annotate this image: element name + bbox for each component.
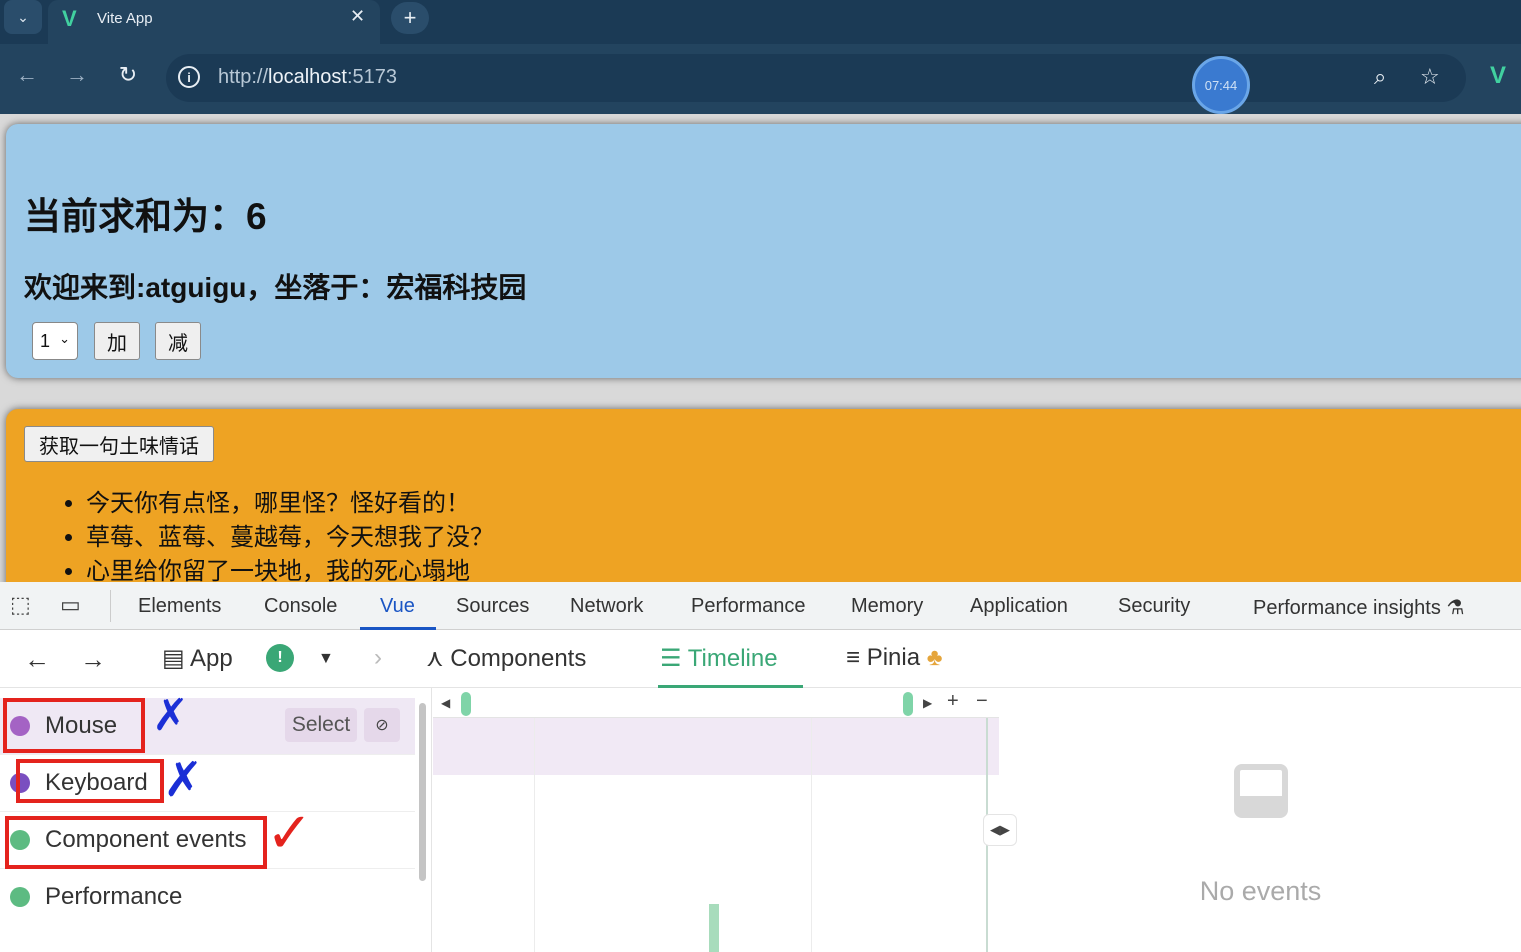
tab-pinia[interactable]: ≡ Pinia ♣ xyxy=(846,644,942,672)
list-item: 心里给你留了一块地，我的死心塌地 xyxy=(86,555,494,582)
love-talk-panel: 获取一句土味情话 今天你有点怪，哪里怪？怪好看的！ 草莓、蓝莓、蔓越莓，今天想我… xyxy=(6,409,1521,582)
zoom-out-icon[interactable]: − xyxy=(976,690,988,713)
scroll-right-icon[interactable]: ▶ xyxy=(923,696,932,710)
tab-memory[interactable]: Memory xyxy=(851,595,923,618)
tab-performance[interactable]: Performance xyxy=(691,595,806,618)
grid-line xyxy=(811,718,812,952)
recording-timer: 07:44 xyxy=(1192,56,1250,114)
back-icon[interactable]: ← xyxy=(12,62,42,88)
subtract-button[interactable]: 减 xyxy=(155,322,201,360)
forward-icon[interactable]: → xyxy=(62,62,92,88)
browser-tab-bar: ⌄ V Vite App ✕ + xyxy=(0,0,1521,44)
layer-performance[interactable]: Performance xyxy=(0,869,415,926)
events-pane: No events xyxy=(1000,688,1521,952)
range-end-handle[interactable] xyxy=(903,692,913,716)
list-item: 草莓、蓝莓、蔓越莓，今天想我了没？ xyxy=(86,521,494,555)
back-icon[interactable]: ← xyxy=(24,644,50,675)
vue-devtools-nav: ← → ▤ App ! ▼ › ⋏ Components ☰ Timeline … xyxy=(0,630,1521,688)
timeline-ruler: ◀ ▶ + − xyxy=(433,688,999,718)
close-icon[interactable]: ✕ xyxy=(350,6,365,27)
timeline-canvas[interactable]: ◀ ▶ + − xyxy=(433,688,999,952)
select-button[interactable]: Select xyxy=(285,708,357,742)
page-viewport: 当前求和为：6 欢迎来到:atguigu，坐落于：宏福科技园 1 ⌄ 加 减 获取… xyxy=(0,114,1521,582)
love-talk-list: 今天你有点怪，哪里怪？怪好看的！ 草莓、蓝莓、蔓越莓，今天想我了没？ 心里给你留… xyxy=(86,487,494,582)
inspect-element-icon[interactable]: ⬚ xyxy=(10,592,31,618)
list-icon: ≡ xyxy=(846,644,861,671)
devtools-panel: ⬚ ▭ Elements Console Vue Sources Network… xyxy=(0,582,1521,952)
tab-network[interactable]: Network xyxy=(570,595,643,618)
tab-performance-insights[interactable]: Performance insights ⚗ xyxy=(1253,595,1464,620)
flask-icon: ⚗ xyxy=(1446,597,1465,619)
get-love-talk-button[interactable]: 获取一句土味情话 xyxy=(24,426,214,462)
chevron-right-icon: › xyxy=(374,644,382,671)
tab-elements[interactable]: Elements xyxy=(138,595,221,618)
tab-sources[interactable]: Sources xyxy=(456,595,529,618)
inbox-icon xyxy=(1234,764,1288,818)
browser-tab[interactable]: V Vite App ✕ xyxy=(48,0,380,44)
bookmark-star-icon[interactable]: ☆ xyxy=(1420,64,1440,90)
scrollbar[interactable] xyxy=(419,703,426,881)
scroll-left-icon[interactable]: ◀ xyxy=(441,696,450,710)
tab-timeline[interactable]: ☰ Timeline xyxy=(660,644,778,673)
pineapple-icon: ♣ xyxy=(926,644,943,671)
zoom-in-icon[interactable]: + xyxy=(947,690,959,713)
tab-application[interactable]: Application xyxy=(970,595,1068,618)
cross-mark-icon: ✗ xyxy=(152,691,189,740)
check-mark-icon: ✓ xyxy=(266,801,313,864)
tab-search-icon[interactable]: ⌄ xyxy=(4,0,42,34)
reload-icon[interactable]: ↻ xyxy=(113,62,143,88)
app-selector[interactable]: ▤ App xyxy=(162,644,233,673)
add-button[interactable]: 加 xyxy=(94,322,140,360)
address-bar[interactable]: i http://localhost:5173 ⌕ ☆ xyxy=(166,54,1466,102)
annotation-box xyxy=(3,698,145,753)
tab-console[interactable]: Console xyxy=(264,595,337,618)
browser-toolbar: ← → ↻ i http://localhost:5173 ⌕ ☆ 07:44 … xyxy=(0,44,1521,114)
layer-label: Performance xyxy=(45,883,183,910)
timeline-row-highlight xyxy=(433,718,999,775)
device-toolbar-icon[interactable]: ▭ xyxy=(60,592,81,618)
list-item: 今天你有点怪，哪里怪？怪好看的！ xyxy=(86,487,494,521)
annotation-box xyxy=(5,816,267,869)
url-text[interactable]: http://localhost:5173 xyxy=(218,66,397,89)
count-panel: 当前求和为：6 欢迎来到:atguigu，坐落于：宏福科技园 1 ⌄ 加 减 xyxy=(6,124,1521,378)
vue-devtools-extension-icon[interactable]: V xyxy=(1490,62,1506,90)
tab-security[interactable]: Security xyxy=(1118,595,1190,618)
tab-components[interactable]: ⋏ Components xyxy=(426,644,586,673)
vite-logo-icon: V xyxy=(62,6,77,31)
tab-vue[interactable]: Vue xyxy=(380,595,415,618)
divider xyxy=(110,590,111,622)
step-select[interactable]: 1 ⌄ xyxy=(32,322,78,360)
tab-title: Vite App xyxy=(97,10,153,27)
devtools-tab-bar: ⬚ ▭ Elements Console Vue Sources Network… xyxy=(0,582,1521,630)
app-window-icon: ▤ xyxy=(162,645,185,672)
timeline-layers-list: Mouse Select ⊘ Keyboard Component events… xyxy=(0,688,432,952)
timeline-event-marker[interactable] xyxy=(709,904,719,952)
site-info-icon[interactable]: i xyxy=(178,66,200,88)
grid-line xyxy=(534,718,535,952)
chevron-down-icon[interactable]: ▼ xyxy=(318,650,334,668)
vue-app-icon: ! xyxy=(266,644,294,672)
layer-color-dot xyxy=(10,887,30,907)
range-start-handle[interactable] xyxy=(461,692,471,716)
eye-slash-icon[interactable]: ⊘ xyxy=(364,708,400,742)
sum-heading: 当前求和为：6 xyxy=(24,196,267,237)
component-tree-icon: ⋏ xyxy=(426,645,444,672)
annotation-box xyxy=(16,759,164,803)
chevron-down-icon: ⌄ xyxy=(59,331,70,346)
empty-state-text: No events xyxy=(1199,876,1322,906)
zoom-icon[interactable]: ⌕ xyxy=(1374,64,1386,90)
forward-icon[interactable]: → xyxy=(80,644,106,675)
timeline-icon: ☰ xyxy=(660,645,682,672)
welcome-heading: 欢迎来到:atguigu，坐落于：宏福科技园 xyxy=(24,272,527,303)
new-tab-button[interactable]: + xyxy=(391,2,429,34)
cross-mark-icon: ✗ xyxy=(163,754,204,807)
